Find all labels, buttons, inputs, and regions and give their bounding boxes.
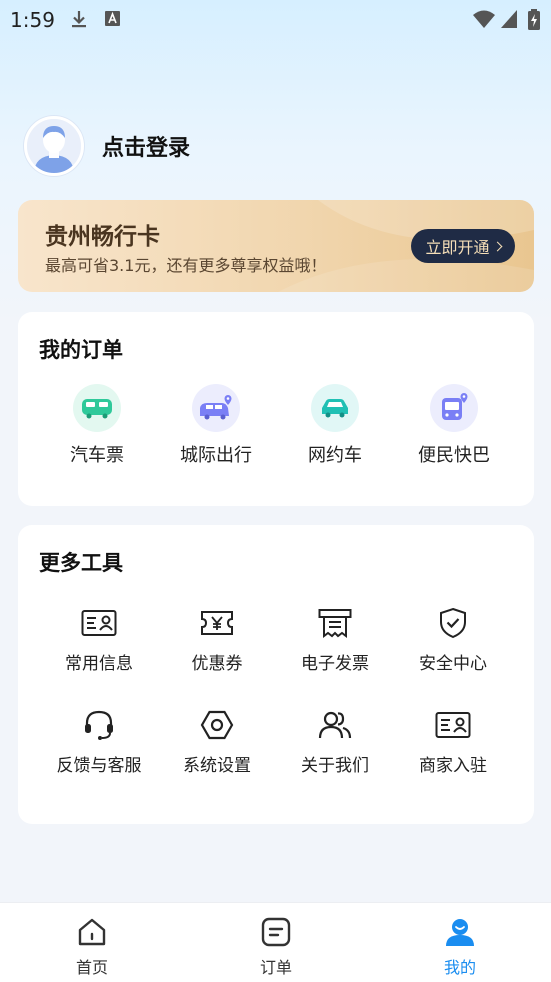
my-orders-card: 我的订单 汽车票 城际出行 网约车 便民快巴 [18,312,534,506]
tool-merchant-join-label: 商家入驻 [419,756,487,776]
nav-orders-label: 订单 [259,958,292,977]
tool-about-us[interactable]: 关于我们 [275,705,395,776]
bus-icon [73,384,121,432]
tool-feedback-support[interactable]: 反馈与客服 [39,705,159,776]
tool-common-info[interactable]: 常用信息 [39,603,159,674]
shield-icon [433,603,473,643]
tool-merchant-join[interactable]: 商家入驻 [393,705,513,776]
home-icon [77,917,107,951]
chevron-right-icon [492,241,502,251]
id-card-icon [79,603,119,643]
order-bus-ticket-label: 汽车票 [70,445,124,466]
tool-coupons-label: 优惠券 [191,654,243,674]
profile-header[interactable]: 点击登录 [24,116,190,176]
nav-profile[interactable]: 我的 [420,917,500,978]
tool-security-center-label: 安全中心 [419,654,487,674]
headset-icon [79,705,119,745]
settings-icon [197,705,237,745]
tool-common-info-label: 常用信息 [65,654,133,674]
status-time: 1:59 [10,8,55,32]
a-icon [104,9,122,31]
my-orders-title: 我的订单 [39,338,123,362]
nav-home-label: 首页 [75,958,108,977]
intercity-car-icon [192,384,240,432]
download-icon [69,9,89,33]
tool-about-us-label: 关于我们 [301,756,369,776]
tool-security-center[interactable]: 安全中心 [393,603,513,674]
tool-feedback-support-label: 反馈与客服 [56,756,142,776]
status-bar: 1:59 [0,0,551,38]
order-intercity[interactable]: 城际出行 [156,384,276,467]
wifi-icon [472,9,496,33]
vip-card-banner[interactable]: 贵州畅行卡 最高可省3.1元，还有更多尊享权益哦！ 立即开通 [18,200,534,292]
vip-card-subtitle: 最高可省3.1元，还有更多尊享权益哦！ [45,256,327,275]
merchant-card-icon [433,705,473,745]
nav-orders[interactable]: 订单 [236,917,316,978]
signal-icon [500,9,518,33]
vip-card-title: 贵州畅行卡 [45,224,160,250]
tool-e-invoice-label: 电子发票 [301,654,369,674]
activate-button[interactable]: 立即开通 [411,229,515,263]
order-minibus-label: 便民快巴 [418,445,490,466]
invoice-icon [315,603,355,643]
avatar[interactable] [24,116,84,176]
coupon-icon [197,603,237,643]
people-icon [315,705,355,745]
order-intercity-label: 城际出行 [180,445,252,466]
order-ride-hailing[interactable]: 网约车 [275,384,395,467]
tool-system-settings[interactable]: 系统设置 [157,705,277,776]
tool-coupons[interactable]: 优惠券 [157,603,277,674]
orders-icon [261,917,291,951]
nav-profile-label: 我的 [443,958,476,977]
order-ride-hailing-label: 网约车 [308,445,362,466]
tool-e-invoice[interactable]: 电子发票 [275,603,395,674]
order-bus-ticket[interactable]: 汽车票 [37,384,157,467]
battery-icon [527,9,541,35]
order-minibus[interactable]: 便民快巴 [394,384,514,467]
bottom-navigation: 首页 订单 我的 [0,902,551,982]
login-link[interactable]: 点击登录 [102,130,190,162]
activate-button-label: 立即开通 [425,238,490,257]
tool-system-settings-label: 系统设置 [183,756,251,776]
nav-home[interactable]: 首页 [52,917,132,978]
car-icon [311,384,359,432]
minibus-icon [430,384,478,432]
more-tools-card: 更多工具 常用信息 优惠券 电子发票 安全中心 反馈与客服 系统设置 关于我们 … [18,525,534,824]
profile-icon [445,917,475,951]
more-tools-title: 更多工具 [39,551,123,575]
